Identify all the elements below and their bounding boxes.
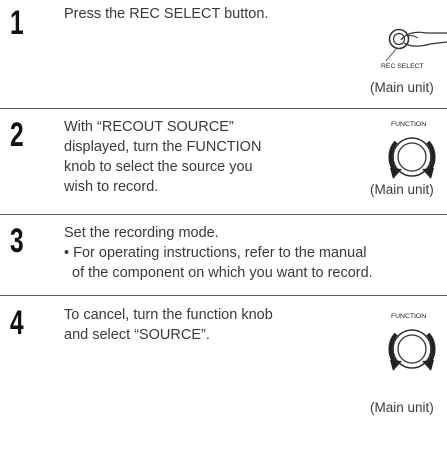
- step-instruction: Set the recording mode. • For operating …: [64, 223, 373, 283]
- function-knob-label: FUNCTION: [391, 313, 426, 320]
- step-line: wish to record.: [64, 179, 159, 195]
- step-line: displayed, turn the FUNCTION: [64, 139, 262, 155]
- main-unit-caption: (Main unit): [370, 182, 434, 197]
- rec-select-button-icon: REC SELECT: [381, 28, 447, 70]
- function-knob-label: FUNCTION: [391, 121, 426, 128]
- step-number: 2: [10, 116, 24, 154]
- step-line: Set the recording mode.: [64, 225, 219, 241]
- main-unit-caption: (Main unit): [370, 80, 434, 95]
- step-instruction: With “RECOUT SOURCE” displayed, turn the…: [64, 117, 261, 197]
- step-line: knob to select the source you: [64, 159, 253, 175]
- main-unit-caption: (Main unit): [370, 400, 434, 415]
- step-instruction: To cancel, turn the function knob and se…: [64, 305, 273, 345]
- divider: [0, 108, 447, 109]
- divider: [0, 295, 447, 296]
- step-instruction: Press the REC SELECT button.: [64, 4, 268, 24]
- step-number: 4: [10, 304, 24, 342]
- step-line: and select “SOURCE”.: [64, 327, 210, 343]
- rec-select-label: REC SELECT: [381, 63, 424, 70]
- step-note: • For operating instructions, refer to t…: [64, 245, 367, 261]
- step-line: To cancel, turn the function knob: [64, 307, 273, 323]
- step-number: 1: [10, 4, 24, 42]
- step-line: Press the REC SELECT button.: [64, 6, 269, 22]
- step-line: With “RECOUT SOURCE”: [64, 119, 234, 135]
- step-number: 3: [10, 222, 24, 260]
- function-knob-icon: FUNCTION: [388, 121, 436, 179]
- divider: [0, 214, 447, 215]
- step-note: of the component on which you want to re…: [64, 265, 373, 281]
- function-knob-icon: FUNCTION: [388, 313, 436, 371]
